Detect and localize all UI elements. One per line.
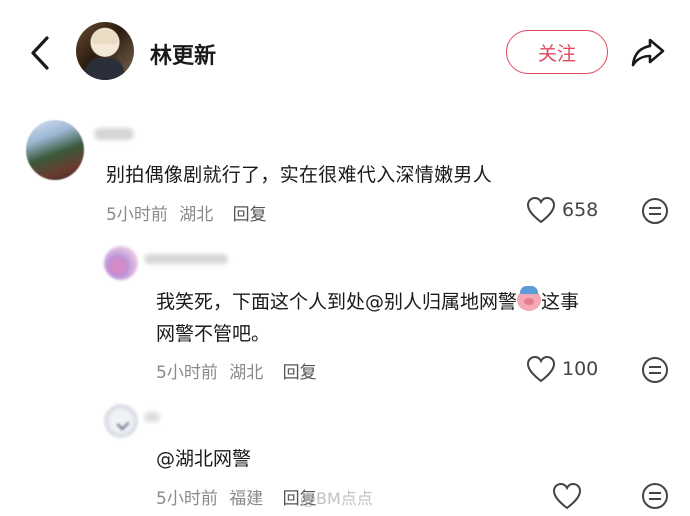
reply-button[interactable]: 回复 (233, 200, 267, 225)
avatar[interactable] (76, 22, 134, 80)
heart-icon[interactable] (552, 482, 582, 510)
piggy-emoji-icon (517, 286, 542, 311)
avatar[interactable] (104, 404, 138, 438)
comment-meta: 5小时前 福建 回复 (156, 484, 317, 509)
blurred-username (144, 412, 160, 422)
comment-meta: 5小时前 湖北 回复 (156, 358, 317, 383)
back-icon[interactable] (27, 34, 57, 72)
heart-icon (526, 196, 556, 224)
like-count: 100 (562, 358, 599, 380)
comment-text: 别拍偶像剧就行了，实在很难代入深情嫩男人 (106, 164, 493, 186)
share-icon[interactable] (630, 34, 666, 70)
comment-text-part: 我笑死，下面这个人到处@别人归属地网警 (156, 291, 518, 313)
comment-text-part: 这事 (541, 291, 580, 313)
username[interactable]: 林更新 (150, 38, 216, 70)
more-icon[interactable] (641, 197, 669, 225)
watermark: @BM点点 (300, 489, 373, 508)
more-icon[interactable] (641, 482, 669, 510)
comment-time: 5小时前 (106, 205, 168, 225)
blurred-username (144, 254, 228, 264)
comment-meta: 5小时前 湖北 回复 (106, 200, 267, 225)
comment-text: 我笑死，下面这个人到处@别人归属地网警 这事 网警不管吧。 (156, 286, 676, 350)
follow-button[interactable]: 关注 (506, 30, 608, 74)
reply-button[interactable]: 回复 (283, 358, 317, 383)
comment-location: 湖北 (229, 363, 264, 383)
avatar[interactable] (104, 246, 138, 280)
more-icon[interactable] (641, 356, 669, 384)
like-count: 658 (562, 199, 599, 221)
comment-location: 湖北 (179, 205, 214, 225)
comment-text: @湖北网警 (156, 448, 252, 470)
comment-time: 5小时前 (156, 363, 218, 383)
comment-thread-page: 林更新 关注 别拍偶像剧就行了，实在很难代入深情嫩男人 5小时前 湖北 回复 6… (0, 0, 690, 516)
avatar[interactable] (26, 120, 84, 180)
comment-text-part: 网警不管吧。 (156, 323, 271, 345)
comment-location: 福建 (229, 489, 264, 509)
like-button[interactable]: 658 (526, 196, 598, 224)
comment-time: 5小时前 (156, 489, 218, 509)
like-button[interactable]: 100 (526, 355, 598, 383)
blurred-username (94, 128, 134, 140)
heart-icon (526, 355, 556, 383)
